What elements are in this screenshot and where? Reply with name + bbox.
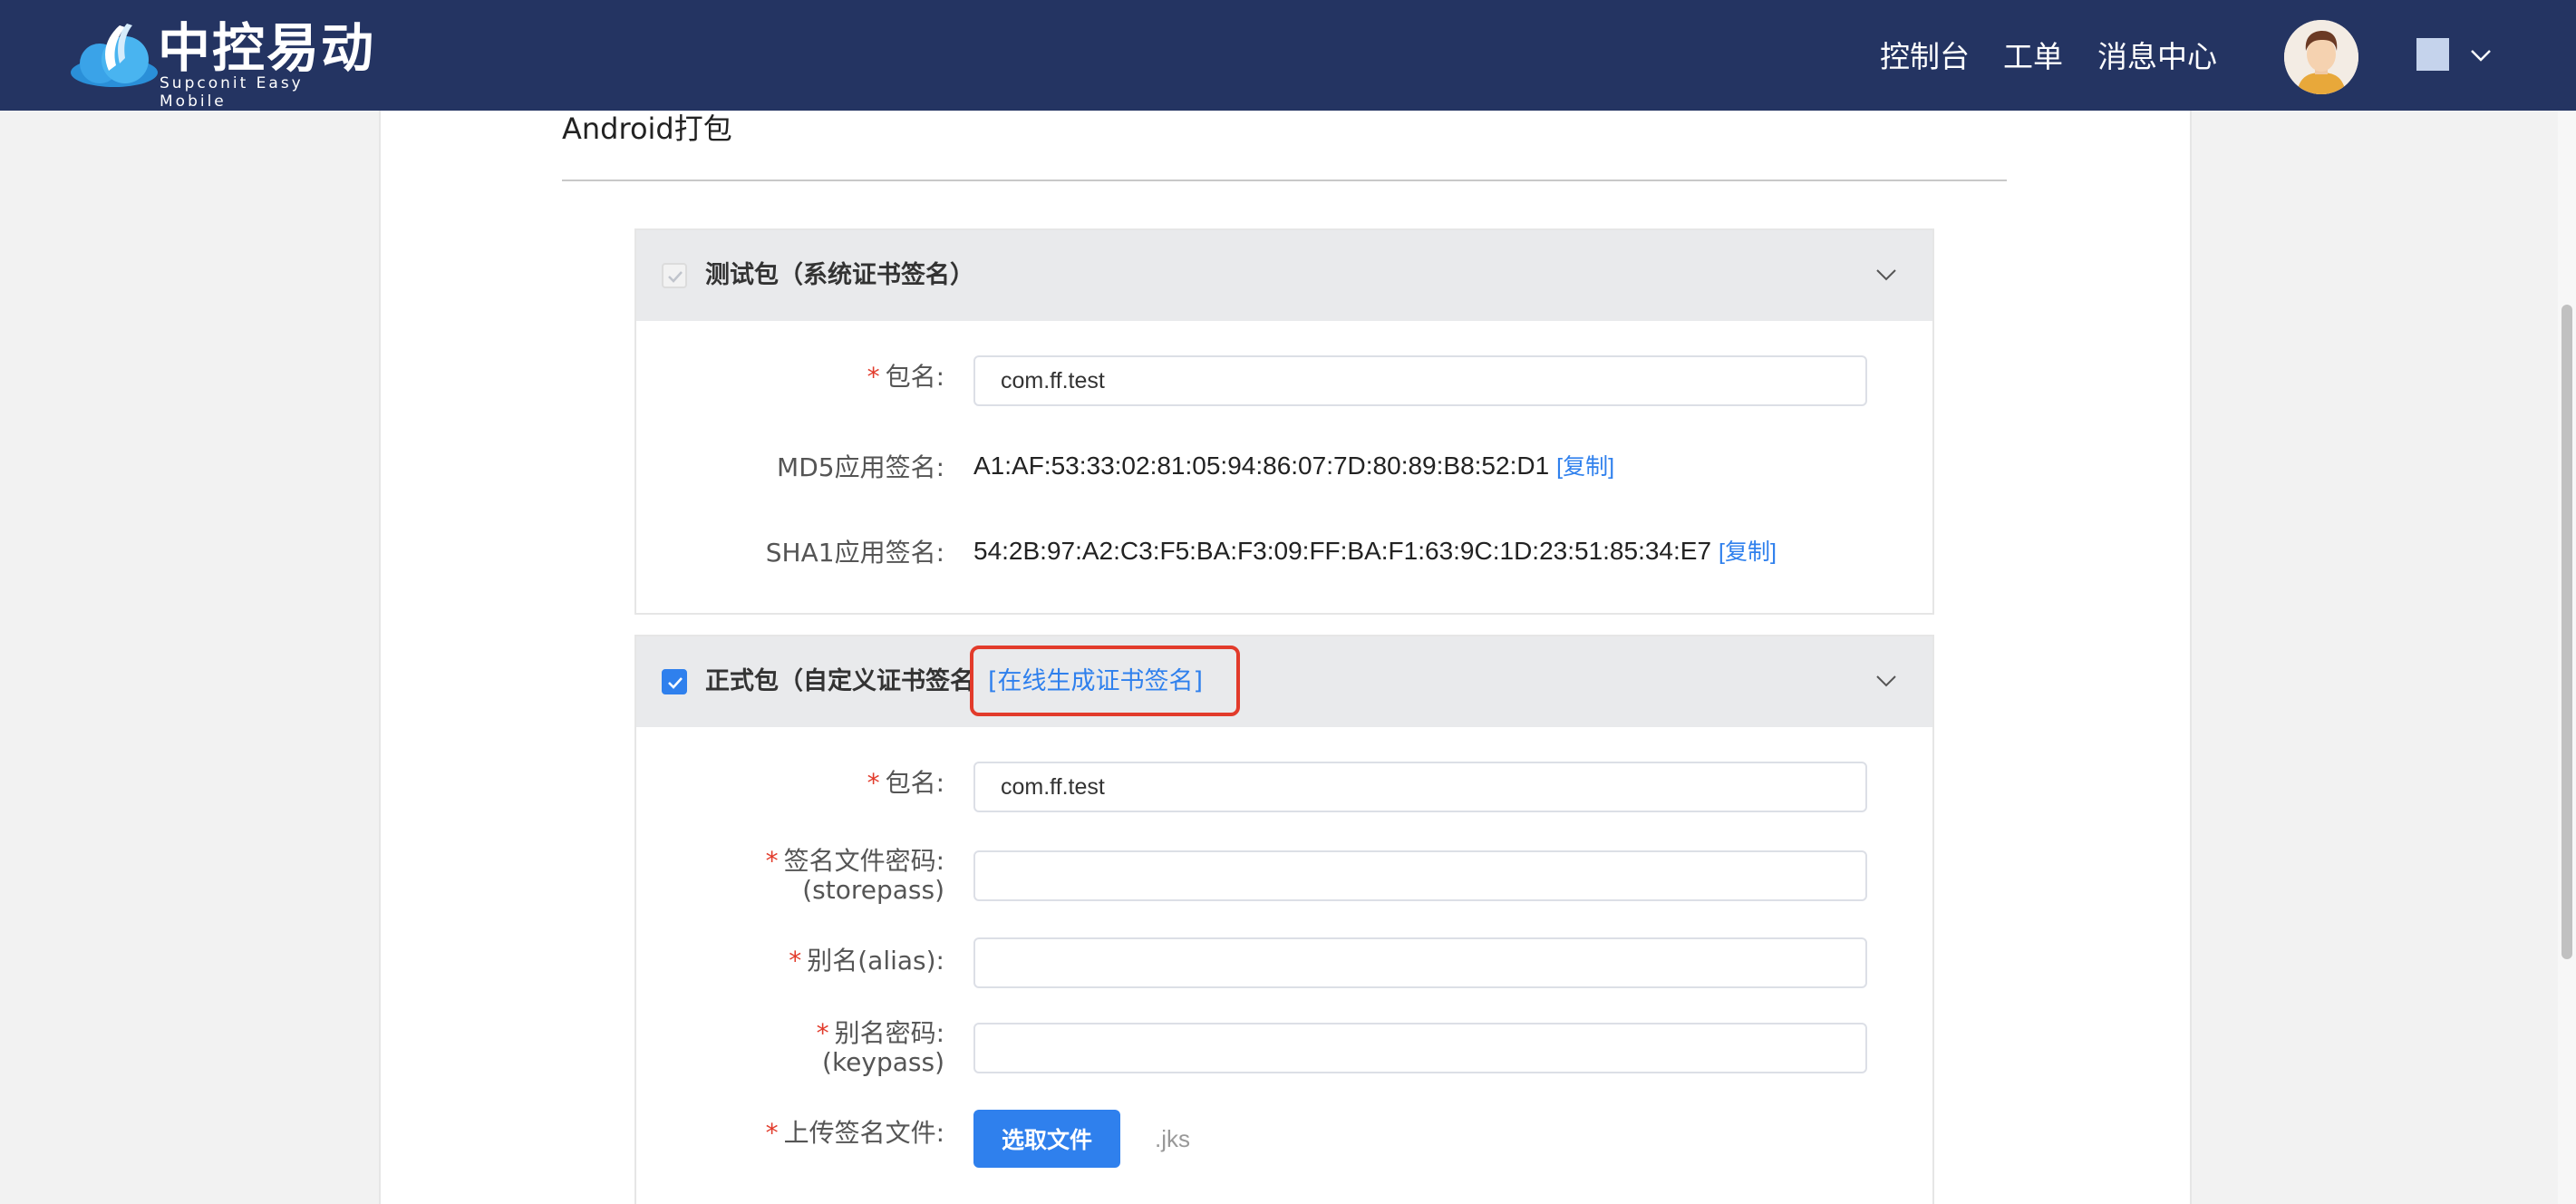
release-package-name-input[interactable] (973, 762, 1867, 812)
release-package-checkbox[interactable] (662, 669, 687, 694)
check-icon (668, 677, 683, 689)
page-title: Android打包 (562, 112, 732, 146)
brand-logo[interactable]: 中控易动 Supconit Easy Mobile (69, 16, 377, 111)
nav-console[interactable]: 控制台 (1880, 0, 1970, 111)
sha1-value: 54:2B:97:A2:C3:F5:BA:F3:09:FF:BA:F1:63:9… (973, 537, 1712, 565)
chevron-down-icon[interactable] (1873, 261, 1900, 288)
chevron-down-icon[interactable] (2467, 42, 2494, 69)
user-name-placeholder[interactable] (2416, 38, 2449, 71)
test-package-name-input[interactable] (973, 355, 1867, 406)
test-package-checkbox[interactable] (662, 263, 687, 288)
logo-subtitle: Supconit Easy Mobile (160, 74, 304, 111)
logo-title: 中控易动 (158, 17, 376, 79)
test-package-title: 测试包（系统证书签名） (705, 261, 974, 289)
check-icon (668, 271, 683, 283)
storepass-input[interactable] (973, 850, 1867, 901)
title-divider (562, 180, 2007, 181)
alias-input[interactable] (973, 937, 1867, 988)
nav-message-center[interactable]: 消息中心 (2097, 0, 2217, 111)
user-avatar[interactable] (2284, 20, 2358, 94)
sha1-signature: 54:2B:97:A2:C3:F5:BA:F3:09:FF:BA:F1:63:9… (973, 533, 1777, 570)
release-package-header[interactable]: 正式包（自定义证书签名 [在线生成证书签名] (636, 636, 1932, 727)
test-package-header[interactable]: 测试包（系统证书签名） (636, 230, 1932, 321)
avatar-face-icon (2284, 20, 2358, 94)
release-package-panel: 正式包（自定义证书签名 [在线生成证书签名] *包名: *签名文件密码: (st… (634, 635, 1934, 1204)
chevron-down-icon[interactable] (1873, 667, 1900, 694)
nav-ticket[interactable]: 工单 (2003, 0, 2063, 111)
required-mark: * (867, 362, 880, 392)
copy-md5-link[interactable]: [复制] (1556, 454, 1614, 480)
keypass-input[interactable] (973, 1023, 1867, 1073)
copy-sha1-link[interactable]: [复制] (1719, 539, 1777, 565)
generate-certificate-link[interactable]: [在线生成证书签名] (988, 662, 1203, 702)
test-package-panel: 测试包（系统证书签名） *包名: MD5应用签名: A1:AF:53:33:02… (634, 228, 1934, 615)
md5-value: A1:AF:53:33:02:81:05:94:86:07:7D:80:89:B… (973, 452, 1550, 480)
md5-signature: A1:AF:53:33:02:81:05:94:86:07:7D:80:89:B… (973, 448, 1614, 485)
release-package-title: 正式包（自定义证书签名 (705, 667, 974, 695)
scrollbar-thumb[interactable] (2561, 305, 2572, 959)
select-file-button[interactable]: 选取文件 (973, 1110, 1120, 1168)
logo-cloud-icon (71, 24, 158, 87)
top-navbar: 中控易动 Supconit Easy Mobile 控制台 工单 消息中心 (0, 0, 2576, 111)
file-type-hint: .jks (1155, 1125, 1190, 1152)
